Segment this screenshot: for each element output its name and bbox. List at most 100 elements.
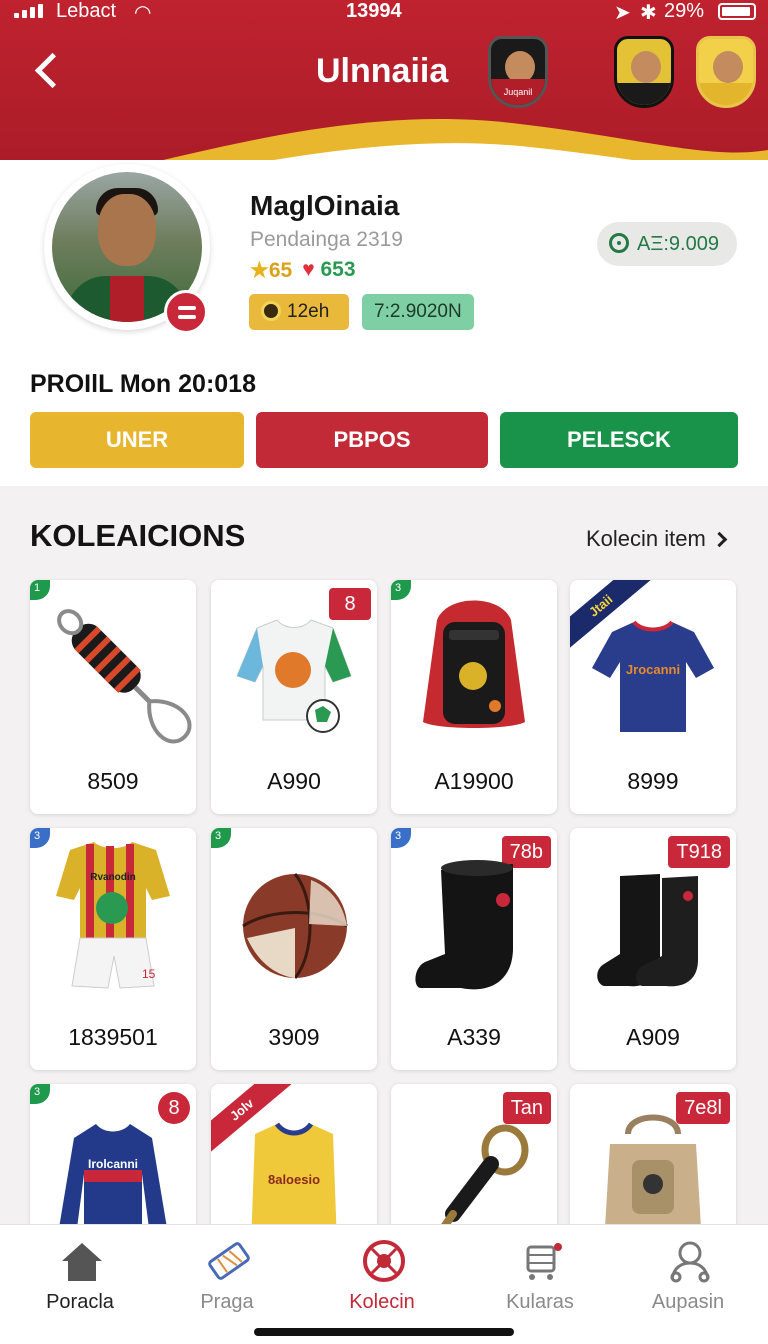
user-name: MaglOinaia [250,190,400,221]
carrier-label: Lebact [56,0,117,22]
item-price: 8999 [627,768,679,794]
wifi-icon: ◠ [134,2,152,24]
tab-home[interactable]: Poracla [10,1225,150,1329]
whistle-icon [435,1124,529,1238]
app-screen: Lebact ◠ 13994 ➤ ✱ 29% Ulnnaiia Juqanil [0,0,768,1344]
home-indicator [254,1328,514,1336]
user-stats: ★65 ♥ 653 [250,258,356,283]
badge-stripe [617,83,671,105]
item-price: A339 [447,1024,501,1050]
collection-card[interactable]: Jrocanni Jtaii 8999 [570,580,736,814]
collection-card[interactable]: 8aloesio Jolv [211,1084,377,1244]
stars-value: 65 [268,259,293,282]
collection-card[interactable]: 3 78b A339 [391,828,557,1070]
collection-card[interactable]: Tan [391,1084,557,1244]
points-value: AΞ:9.009 [637,233,719,255]
hearts-value: 653 [320,258,356,281]
item-price: 3909 [268,1024,320,1050]
user-button[interactable]: UNER [30,412,244,468]
badge-stripe [699,83,753,105]
heart-icon: ♥ [302,258,315,281]
collection-card[interactable]: 7e8l [570,1084,736,1244]
tab-profile[interactable]: Aupasin [618,1225,758,1329]
rating-chip[interactable]: 7:2.9020N [362,294,474,330]
coin-chip[interactable]: 12eh [249,294,349,330]
app-title: Ulnnaiia [316,52,449,90]
signal-icon [14,4,43,18]
collection-card[interactable]: 3 3909 [211,828,377,1070]
points-pill[interactable]: AΞ:9.009 [597,222,737,266]
item-price: 1839501 [68,1024,158,1050]
collection-card[interactable]: 3 A19900 [391,580,557,814]
kit-print: Rvanodin [90,872,136,883]
socks-pair-icon [597,874,698,987]
ticket-icon [208,1242,250,1280]
ankle-sock-icon [415,860,513,990]
collection-card[interactable]: 1 8509 [30,580,196,814]
collection-card[interactable]: T918 A909 [570,828,736,1070]
kit-number: 15 [142,967,156,981]
user-subtitle: Pendainga 2319 [250,228,403,251]
player-face-icon [631,51,661,83]
pelesck-button[interactable]: PELESCK [500,412,738,468]
avatar-frame [44,164,210,334]
tab-label: Aupasin [651,1291,725,1313]
sport-pack-icon [604,1114,702,1244]
location-pin-icon [609,233,629,253]
leather-ball-icon [242,873,348,979]
collection-items-link-label: Kolecin item [586,526,706,551]
long-sleeve-jersey-icon: Irolcanni [58,1124,168,1244]
hearts-stat: ♥ 653 [302,258,355,283]
stars-stat: ★65 [250,258,292,283]
home-icon [62,1243,102,1281]
jersey-print: Irolcanni [88,1157,138,1171]
item-price: 8509 [87,768,139,794]
profile-since: PROIlL Mon 20:018 [30,370,256,398]
edit-avatar-icon[interactable] [164,290,208,334]
avatar-head [98,194,156,266]
collection-items-link[interactable]: Kolecin item [586,526,728,552]
battery-icon [718,3,756,20]
team-badge-1[interactable]: Juqanil [488,36,548,108]
back-button[interactable] [30,50,70,94]
backpack-icon [423,600,525,728]
chevron-right-icon [711,531,728,548]
bluetooth-icon: ✱ [640,2,657,24]
cart-icon [526,1243,562,1280]
battery-percent: 29% [664,0,705,22]
player-face-icon [713,51,743,83]
hand-grip-icon [57,609,192,744]
jersey-print: Jrocanni [626,662,680,677]
item-price: A909 [626,1024,680,1050]
tab-kularas[interactable]: Kularas [470,1225,610,1329]
collection-card[interactable]: 3 8 Irolcanni [30,1084,196,1244]
props-button[interactable]: PBPOS [256,412,488,468]
tab-praga[interactable]: Praga [157,1225,297,1329]
item-price: A19900 [434,768,514,794]
profile-card: MaglOinaia Pendainga 2319 ★65 ♥ 653 12eh… [0,160,768,486]
team-badge-3[interactable] [696,36,756,108]
coin-icon [261,301,281,321]
bottom-tab-bar: Poracla Praga Kolecin Kularas Aupasin [0,1224,768,1344]
collection-card[interactable]: 8 A990 [211,580,377,814]
collection-card[interactable]: 3 Rvanodin 15 1839501 [30,828,196,1070]
coin-chip-label: 12eh [287,301,330,322]
status-time: 13994 [346,0,402,22]
collection-icon [363,1240,405,1282]
tab-label: Kolecin [349,1291,415,1313]
badge-label: Juqanil [503,87,533,97]
jersey-print: 8aloesio [268,1172,320,1187]
tab-label: Poracla [46,1291,114,1313]
item-price: A990 [267,768,321,794]
white-jersey-icon [236,619,352,733]
tab-label: Praga [200,1291,254,1313]
star-icon: ★ [250,259,269,282]
status-bar: Lebact ◠ 13994 ➤ ✱ 29% [0,0,768,26]
location-icon: ➤ [614,2,631,24]
tab-collection[interactable]: Kolecin [312,1225,452,1329]
football-kit-icon: Rvanodin 15 [56,842,170,989]
tab-label: Kularas [506,1291,574,1313]
user-icon [670,1241,710,1283]
team-badge-2[interactable] [614,36,674,108]
collections-title: KOLEAICIONS [30,518,246,553]
